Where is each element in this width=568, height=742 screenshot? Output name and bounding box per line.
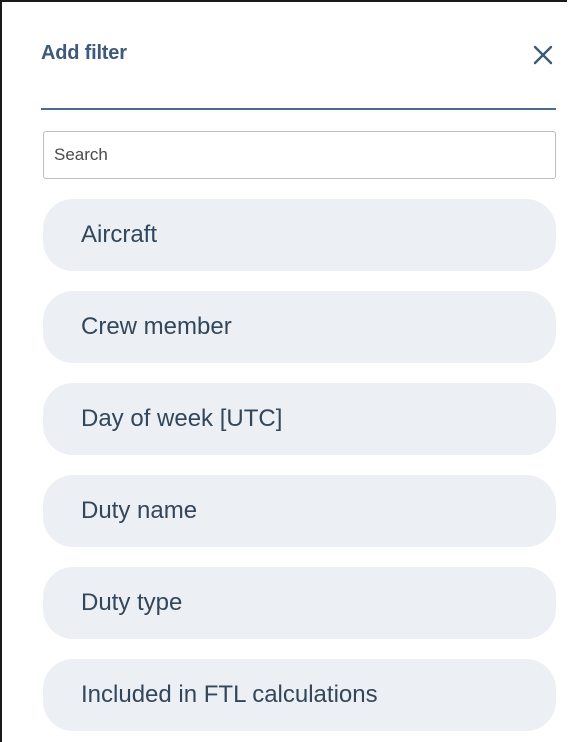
filter-item-crew-member[interactable]: Crew member [43, 291, 556, 363]
filter-item-day-of-week[interactable]: Day of week [UTC] [43, 383, 556, 455]
filter-item-label: Crew member [81, 313, 232, 340]
filter-item-label: Included in FTL calculations [81, 681, 378, 708]
filter-item-duty-name[interactable]: Duty name [43, 475, 556, 547]
close-icon[interactable] [532, 44, 554, 66]
close-icon-graphic [533, 45, 553, 65]
filter-item-label: Aircraft [81, 221, 158, 248]
filter-item-label: Duty type [81, 589, 183, 616]
filter-item-label: Duty name [81, 497, 198, 524]
search-input[interactable] [43, 131, 556, 179]
filter-item-included-in-ftl[interactable]: Included in FTL calculations [43, 659, 556, 731]
filter-item-aircraft[interactable]: Aircraft [43, 199, 556, 271]
filter-item-label: Day of week [UTC] [81, 405, 283, 432]
panel-title: Add filter [41, 42, 127, 64]
add-filter-panel: Add filter Aircraft Crew member Day of w… [0, 0, 567, 742]
panel-header: Add filter [41, 42, 556, 110]
filter-item-duty-type[interactable]: Duty type [43, 567, 556, 639]
